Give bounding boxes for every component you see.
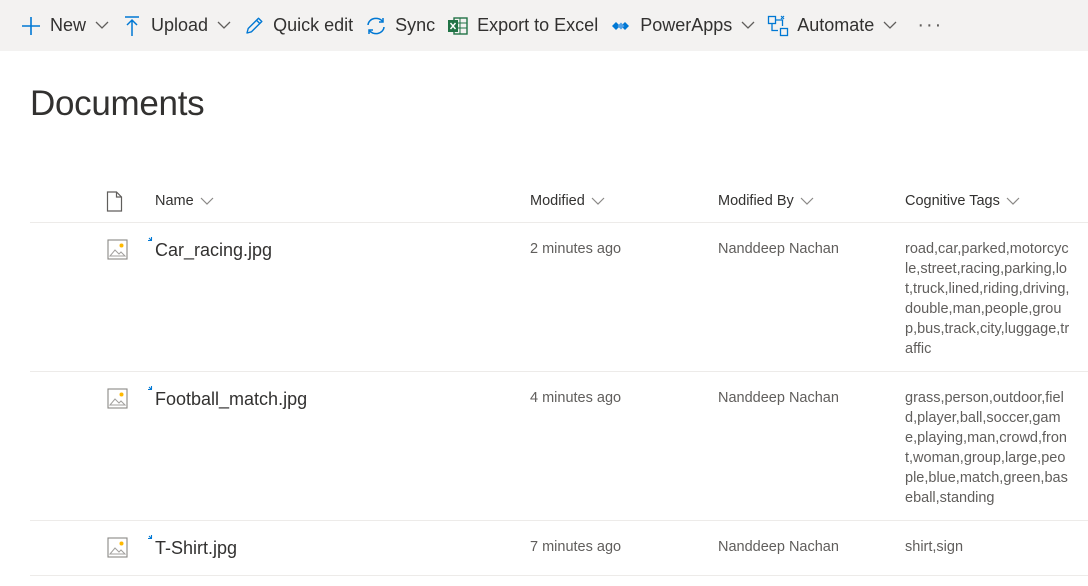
document-icon[interactable]: [106, 191, 123, 217]
chevron-down-icon: [95, 19, 109, 33]
modified-value: 7 minutes ago: [530, 539, 622, 555]
image-file-icon: [107, 388, 128, 414]
pencil-icon: [243, 15, 265, 37]
cognitive-tags-value: shirt,sign: [905, 539, 964, 555]
page-title: Documents: [30, 84, 205, 123]
export-to-excel-button[interactable]: Export to Excel: [443, 0, 606, 51]
powerapps-label: PowerApps: [640, 15, 733, 35]
column-header-modified[interactable]: Modified: [530, 193, 605, 209]
sync-icon: [365, 15, 387, 37]
file-name-link[interactable]: T-Shirt.jpg: [155, 538, 237, 559]
chevron-down-icon: [741, 19, 755, 33]
column-header-cognitive-tags-label: Cognitive Tags: [905, 193, 1000, 209]
chevron-down-icon: [217, 19, 231, 33]
automate-label: Automate: [797, 15, 875, 35]
upload-arrow-icon: [121, 15, 143, 37]
table-row[interactable]: Football_match.jpg 4 minutes ago Nanddee…: [30, 372, 1088, 521]
chevron-down-icon: [883, 19, 897, 33]
chevron-down-icon: [1006, 197, 1020, 205]
more-options-button[interactable]: ···: [905, 0, 955, 51]
column-header-name-label: Name: [155, 193, 194, 209]
table-row[interactable]: Car_racing.jpg 2 minutes ago Nanddeep Na…: [30, 223, 1088, 372]
upload-button[interactable]: Upload: [117, 0, 239, 51]
chevron-down-icon: [200, 197, 214, 205]
plus-icon: [20, 15, 42, 37]
automate-button[interactable]: Automate: [763, 0, 905, 51]
file-name-link[interactable]: Car_racing.jpg: [155, 240, 272, 261]
more-options-label: ···: [917, 14, 944, 36]
chevron-down-icon: [800, 197, 814, 205]
modified-value: 2 minutes ago: [530, 241, 622, 257]
image-file-icon: [107, 537, 128, 563]
powerapps-button[interactable]: PowerApps: [606, 0, 763, 51]
column-header-cognitive-tags[interactable]: Cognitive Tags: [905, 193, 1020, 209]
chevron-down-icon: [591, 197, 605, 205]
column-header-modified-by-label: Modified By: [718, 193, 794, 209]
new-button[interactable]: New: [16, 0, 117, 51]
quick-edit-button[interactable]: Quick edit: [239, 0, 361, 51]
cognitive-tags-value: road,car,parked,motorcycle,street,racing…: [905, 241, 1070, 357]
modified-by-value[interactable]: Nanddeep Nachan: [718, 539, 839, 555]
command-bar: New Upload Quick edit Sync Export to Exc…: [0, 0, 1088, 51]
powerapps-icon: [610, 15, 632, 37]
export-to-excel-label: Export to Excel: [477, 15, 599, 35]
upload-label: Upload: [151, 15, 209, 35]
list-header: Name Modified Modified By Cognitive Tags: [30, 180, 1088, 223]
column-header-modified-by[interactable]: Modified By: [718, 193, 814, 209]
quick-edit-label: Quick edit: [273, 15, 354, 35]
document-list: Name Modified Modified By Cognitive Tags: [30, 180, 1088, 576]
image-file-icon: [107, 239, 128, 265]
modified-by-value[interactable]: Nanddeep Nachan: [718, 390, 839, 406]
flow-icon: [767, 15, 789, 37]
excel-icon: [447, 15, 469, 37]
new-label: New: [50, 15, 87, 35]
modified-value: 4 minutes ago: [530, 390, 622, 406]
sync-button[interactable]: Sync: [361, 0, 443, 51]
table-row[interactable]: T-Shirt.jpg 7 minutes ago Nanddeep Nacha…: [30, 521, 1088, 576]
cognitive-tags-value: grass,person,outdoor,field,player,ball,s…: [905, 390, 1068, 506]
column-header-name[interactable]: Name: [155, 193, 214, 209]
column-header-modified-label: Modified: [530, 193, 585, 209]
file-name-link[interactable]: Football_match.jpg: [155, 389, 307, 410]
sync-label: Sync: [395, 15, 436, 35]
modified-by-value[interactable]: Nanddeep Nachan: [718, 241, 839, 257]
